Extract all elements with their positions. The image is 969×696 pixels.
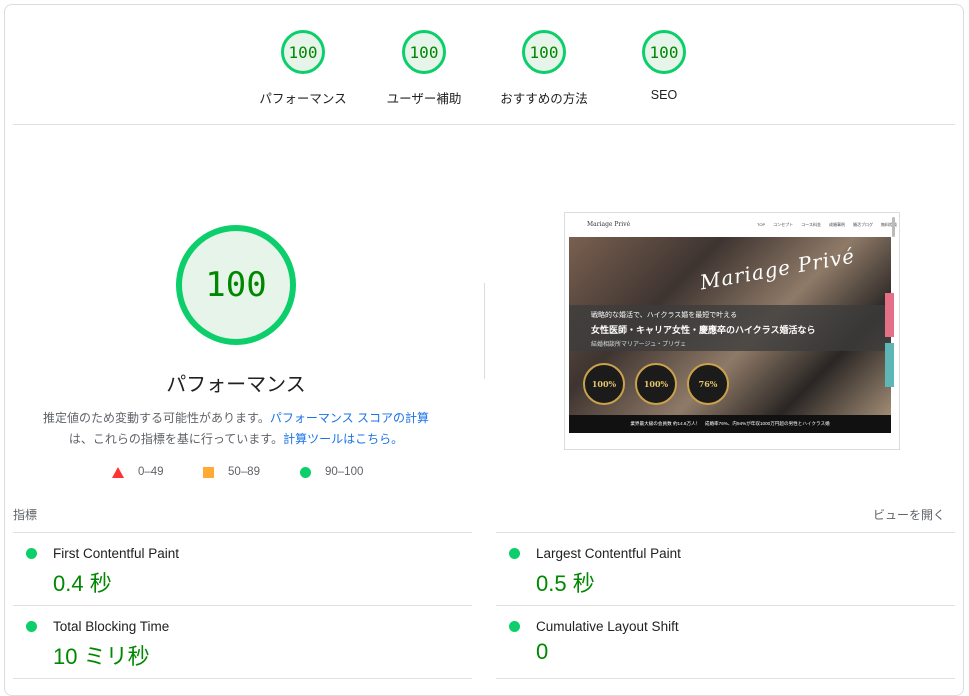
pass-icon <box>509 548 520 559</box>
screenshot-nav: Mariage Privé TOP コンセプト コース料金 成婚事例 婚活ブログ 無料相談 <box>565 213 899 237</box>
metric-value: 0.5 秒 <box>536 571 595 596</box>
screenshot-nav-item: TOP <box>757 222 766 227</box>
metric-name: First Contentful Paint <box>53 546 180 561</box>
metric-lcp: Largest Contentful Paint 0.5 秒 <box>496 533 936 603</box>
metric-value: 0.4 秒 <box>53 571 112 596</box>
screenshot-nav-item: コンセプト <box>773 222 794 227</box>
final-screenshot[interactable]: Mariage Privé TOP コンセプト コース料金 成婚事例 婚活ブログ 無料相談… <box>564 212 900 450</box>
screenshot-nav-item: 婚活ブログ <box>852 222 873 227</box>
screenshot-nav-items: TOP コンセプト コース料金 成婚事例 婚活ブログ 無料相談 <box>757 222 899 228</box>
performance-description: 推定値のため変動する可能性があります。パフォーマンス スコアの計算 は、これらの… <box>20 408 452 450</box>
metric-name: Cumulative Layout Shift <box>536 619 679 634</box>
screenshot-side-tab <box>885 343 894 387</box>
vertical-divider <box>484 283 485 379</box>
desc-text-1: 推定値のため変動する可能性があります。 <box>43 411 270 425</box>
gauge-accessibility-label: ユーザー補助 <box>386 92 462 106</box>
pass-icon <box>509 621 520 632</box>
metric-tbt: Total Blocking Time 10 ミリ秒 <box>13 606 453 676</box>
desc-text-2: は、これらの指標を基に行っています。 <box>68 432 284 446</box>
screenshot-headline: 女性医師・キャリア女性・慶應卒のハイクラス婚活なら <box>591 326 816 336</box>
metric-name: Total Blocking Time <box>53 619 170 634</box>
gauge-seo[interactable]: 100 SEO <box>604 30 724 102</box>
divider <box>13 678 472 679</box>
square-icon <box>203 466 214 478</box>
gauge-best-practices-score: 100 <box>522 30 566 74</box>
pass-icon <box>26 621 37 632</box>
score-calc-link[interactable]: パフォーマンス スコアの計算 <box>270 411 429 425</box>
screenshot-nav-item: コース料金 <box>801 222 821 227</box>
gauge-performance-label: パフォーマンス <box>259 92 347 106</box>
screenshot-badge: 76% <box>687 363 729 405</box>
legend-average: 50–89 <box>203 466 260 478</box>
gauge-accessibility-score: 100 <box>402 30 446 74</box>
screenshot-scrollbar <box>892 217 895 237</box>
gauge-seo-score: 100 <box>642 30 686 74</box>
metric-name: Largest Contentful Paint <box>536 546 681 561</box>
legend-pass: 90–100 <box>300 466 363 478</box>
open-view-toggle[interactable]: ビューを開く <box>873 506 945 523</box>
circle-icon <box>300 466 311 478</box>
metric-cls: Cumulative Layout Shift 0 <box>496 606 936 676</box>
legend-average-range: 50–89 <box>228 466 260 478</box>
gauge-best-practices[interactable]: 100 おすすめの方法 <box>484 30 604 107</box>
divider <box>496 678 955 679</box>
metric-fcp: First Contentful Paint 0.4 秒 <box>13 533 453 603</box>
legend-fail-range: 0–49 <box>138 466 164 478</box>
legend-fail: 0–49 <box>112 466 164 478</box>
performance-title: パフォーマンス <box>166 374 306 396</box>
legend-pass-range: 90–100 <box>325 466 364 478</box>
divider <box>13 124 955 125</box>
gauge-performance[interactable]: 100 パフォーマンス <box>243 30 363 107</box>
gauge-performance-score: 100 <box>281 30 325 74</box>
screenshot-subline: 結婚相談所マリアージュ・プリヴェ <box>591 342 687 348</box>
screenshot-badge: 100% <box>583 363 625 405</box>
screenshot-badge: 100% <box>635 363 677 405</box>
screenshot-tagline: 戦略的な婚活で、ハイクラス婚を最短で叶える <box>591 311 738 319</box>
category-gauges: 100 パフォーマンス 100 ユーザー補助 100 おすすめの方法 100 S… <box>0 0 969 124</box>
screenshot-side-tab <box>885 293 894 337</box>
gauge-accessibility[interactable]: 100 ユーザー補助 <box>364 30 484 107</box>
performance-score-gauge: 100 <box>176 225 296 345</box>
screenshot-bottom-bar: 業界最大級の会員数 約14.6万人！ 成婚率76%、内94%が年収1000万円超… <box>569 415 891 433</box>
metric-value: 0 <box>536 639 549 664</box>
metric-value: 10 ミリ秒 <box>53 644 150 669</box>
gauge-seo-label: SEO <box>650 88 678 102</box>
screenshot-logo: Mariage Privé <box>587 221 631 228</box>
gauge-best-practices-label: おすすめの方法 <box>500 92 588 106</box>
triangle-icon <box>112 466 124 478</box>
screenshot-nav-item: 成婚事例 <box>828 222 845 227</box>
pass-icon <box>26 548 37 559</box>
metrics-header: 指標 <box>13 508 38 522</box>
calculator-link[interactable]: 計算ツールはこちら。 <box>283 432 403 446</box>
